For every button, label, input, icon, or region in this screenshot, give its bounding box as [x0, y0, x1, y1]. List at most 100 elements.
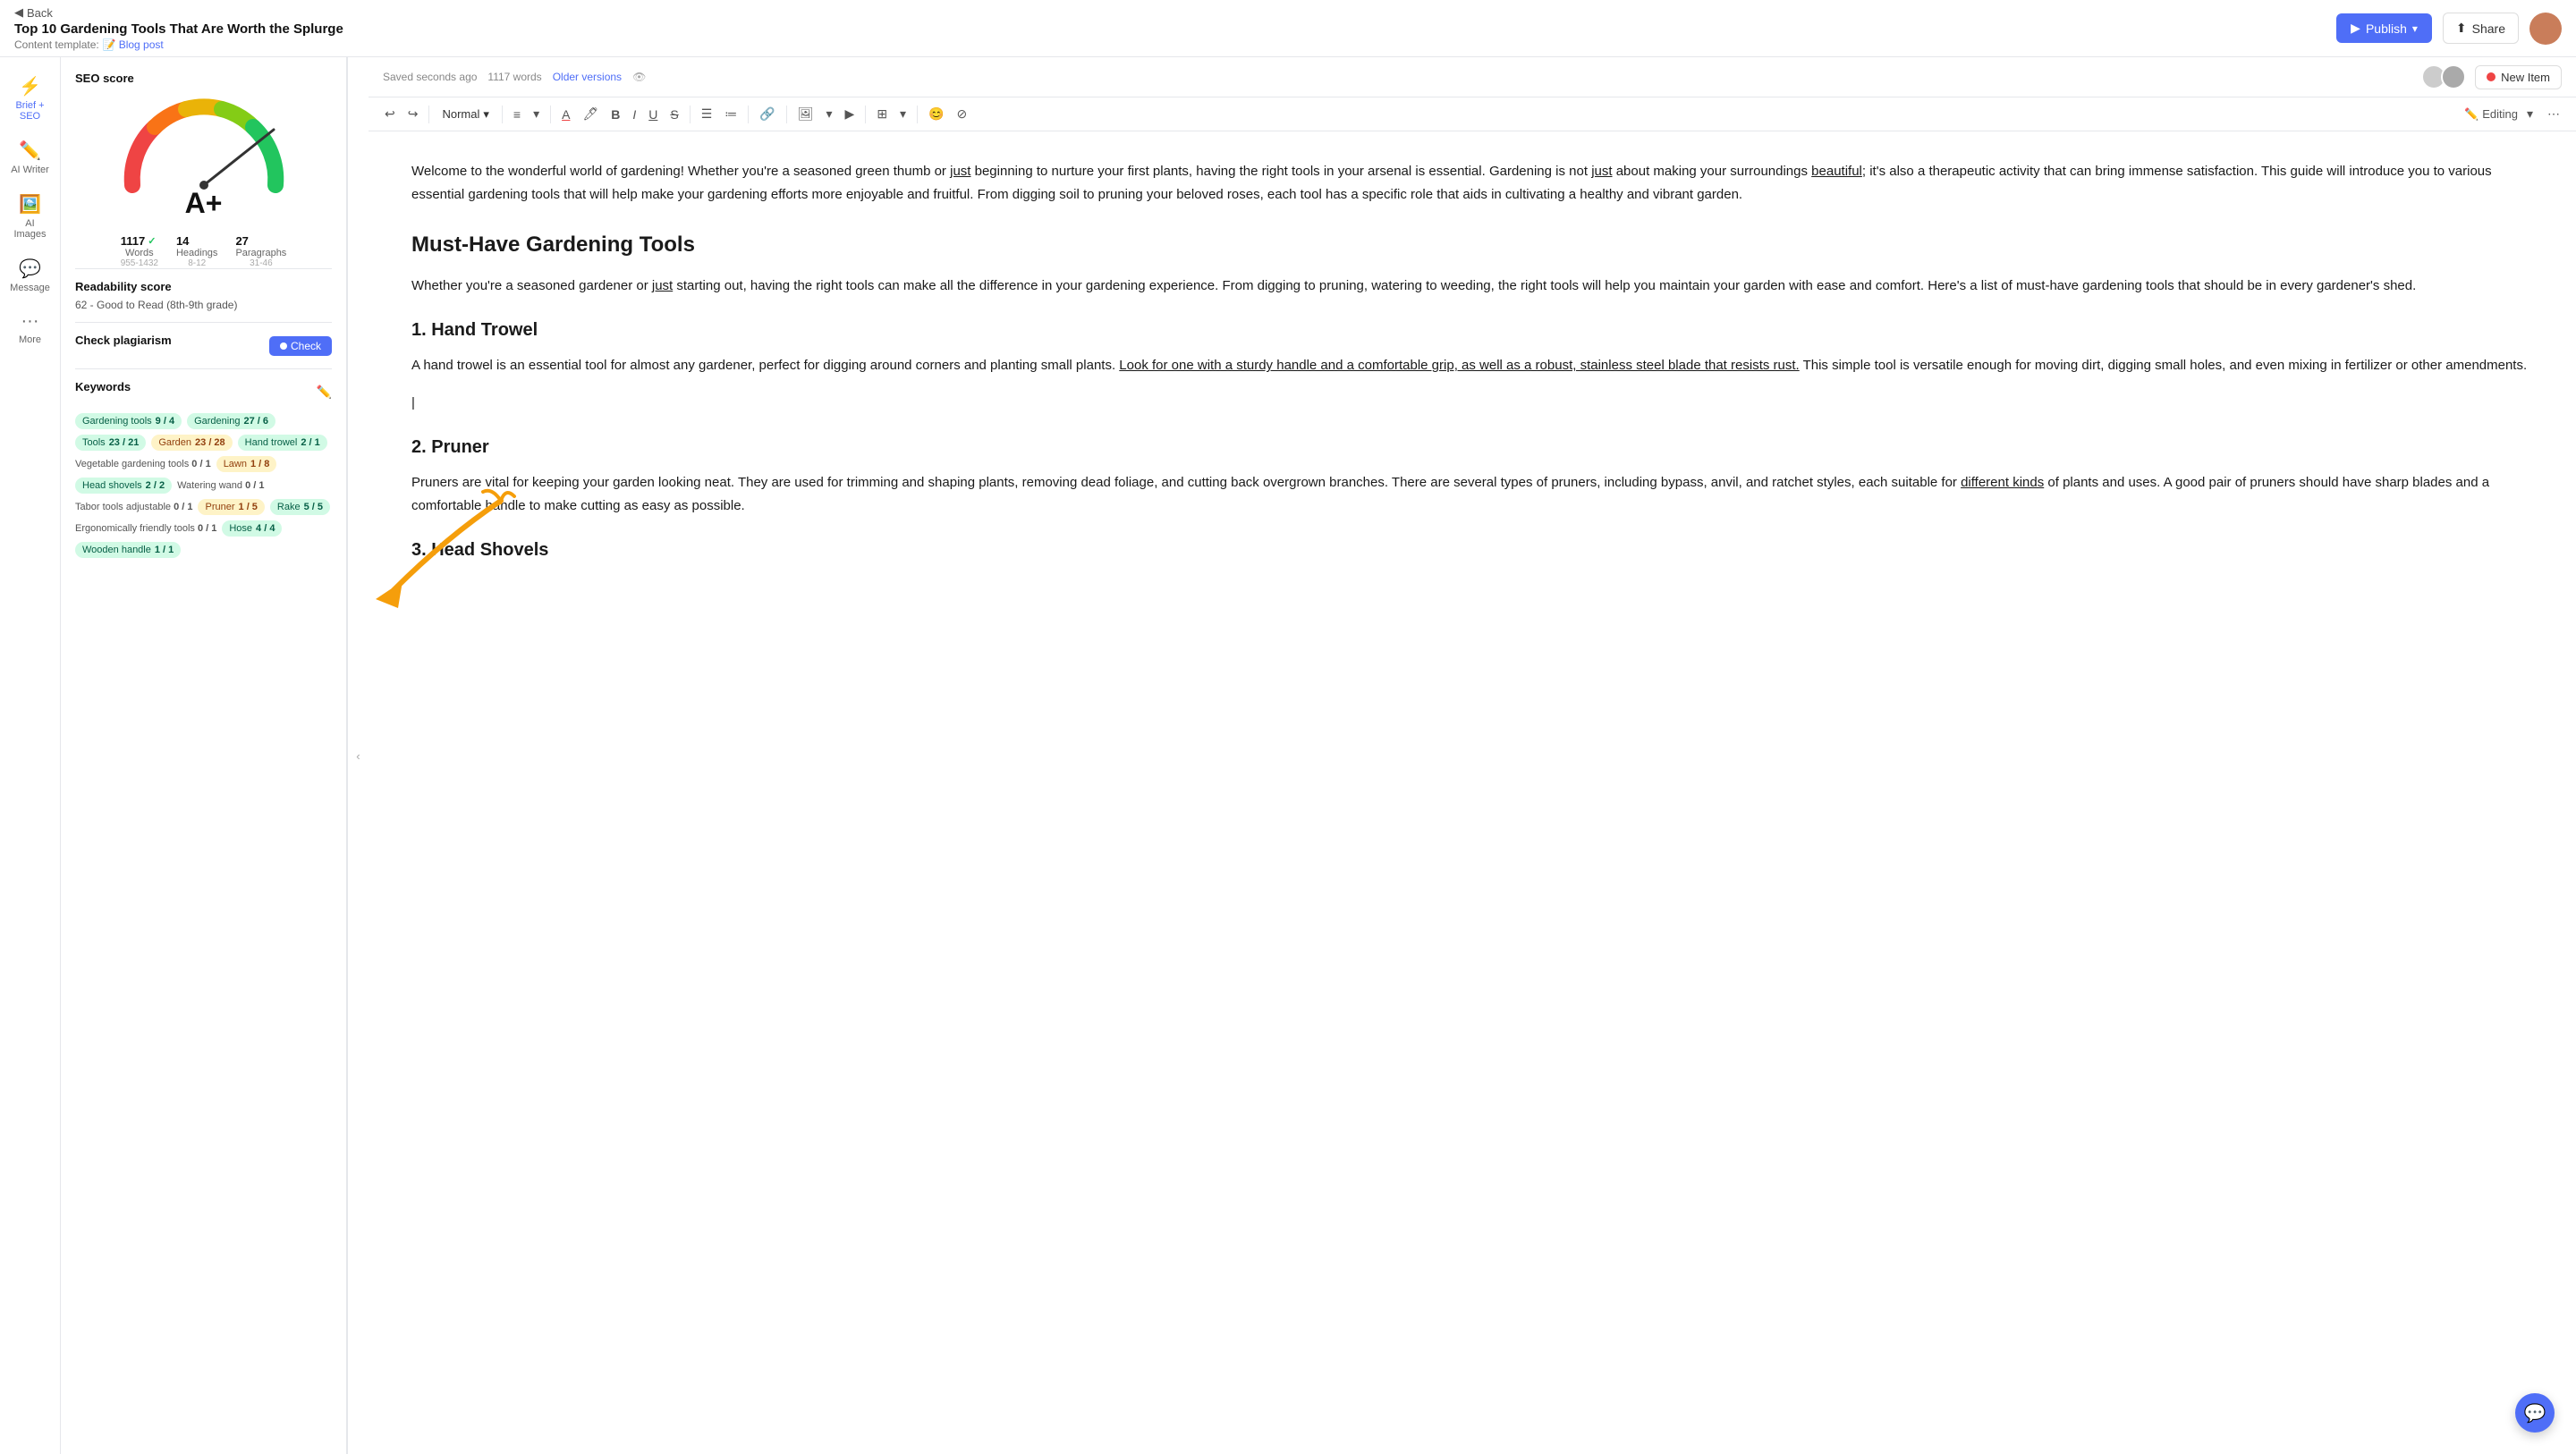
hand-trowel-paragraph: A hand trowel is an essential tool for a…	[411, 354, 2533, 377]
editor-content[interactable]: Welcome to the wonderful world of garden…	[369, 131, 2576, 1454]
keyword-tabor: Tabor tools adjustable 0 / 1	[75, 499, 192, 515]
back-button[interactable]: ◀ Back	[14, 5, 343, 20]
chat-fab-icon: 💬	[2524, 1402, 2546, 1424]
keyword-wooden-handle[interactable]: Wooden handle 1 / 1	[75, 542, 181, 558]
left-sidebar: ⚡ Brief + SEO ✏️ AI Writer 🖼️ AI Images …	[0, 57, 61, 1454]
bullet-list-button[interactable]: ☰	[696, 103, 718, 125]
share-button[interactable]: ⬆ Share	[2443, 13, 2519, 44]
text-color-button[interactable]: A	[556, 104, 575, 125]
keyword-ergonomically: Ergonomically friendly tools 0 / 1	[75, 520, 216, 537]
section-intro-paragraph: Whether you're a seasoned gardener or ju…	[411, 275, 2533, 298]
sidebar-item-ai-writer[interactable]: ✏️ AI Writer	[4, 132, 57, 182]
heading-must-have: Must-Have Gardening Tools	[411, 227, 2533, 264]
sidebar-item-ai-images[interactable]: 🖼️ AI Images	[4, 186, 57, 247]
preview-eye-icon[interactable]: 👁	[632, 71, 646, 83]
page-title: Top 10 Gardening Tools That Are Worth th…	[14, 21, 343, 37]
strikethrough-button[interactable]: S	[665, 104, 683, 125]
sidebar-item-brief-seo[interactable]: ⚡ Brief + SEO	[4, 68, 57, 129]
keyword-rake[interactable]: Rake 5 / 5	[270, 499, 330, 515]
undo-button[interactable]: ↩	[379, 103, 401, 125]
editing-dropdown-button[interactable]: ▾	[2521, 103, 2538, 125]
keyword-hand-trowel[interactable]: Hand trowel 2 / 1	[238, 435, 327, 451]
publish-arrow-icon: ▶	[2351, 21, 2360, 36]
intro-paragraph: Welcome to the wonderful world of garden…	[411, 160, 2533, 206]
plagiarism-section: Check plagiarism Check	[75, 322, 332, 358]
keyword-head-shovels[interactable]: Head shovels 2 / 2	[75, 478, 172, 494]
keyword-gardening-tools[interactable]: Gardening tools 9 / 4	[75, 413, 182, 429]
bold-button[interactable]: B	[606, 104, 625, 125]
image-dropdown-button[interactable]: ▾	[821, 103, 838, 125]
sidebar-item-message-label: Message	[10, 283, 50, 293]
table-dropdown-button[interactable]: ▾	[894, 103, 911, 125]
toolbar-separator-1	[428, 106, 429, 123]
play-button[interactable]: ▶	[840, 103, 860, 125]
gauge-container: A+	[75, 96, 332, 220]
blog-emoji: 📝	[103, 38, 116, 51]
table-button[interactable]: ⊞	[871, 103, 893, 125]
toolbar-separator-4	[690, 106, 691, 123]
toolbar-separator-7	[865, 106, 866, 123]
chat-fab-button[interactable]: 💬	[2515, 1393, 2555, 1433]
plagiarism-title: Check plagiarism	[75, 334, 172, 347]
headings-stat: 14 Headings 8-12	[176, 234, 217, 268]
pencil-icon: ✏️	[2464, 107, 2479, 122]
toolbar-right: ✏️ Editing ▾ ⋯	[2464, 103, 2565, 125]
word-count: 1117 words	[487, 71, 541, 83]
collapse-panel-button[interactable]: ‹	[347, 57, 369, 1454]
more-options-button[interactable]: ⋯	[2542, 103, 2565, 125]
sidebar-item-more[interactable]: ··· More	[4, 304, 57, 352]
user-avatar[interactable]	[2529, 13, 2562, 45]
keyword-pruner[interactable]: Pruner 1 / 5	[198, 499, 264, 515]
keyword-tags: Gardening tools 9 / 4 Gardening 27 / 6 T…	[75, 413, 332, 558]
emoji-button[interactable]: 😊	[923, 103, 949, 125]
image-button[interactable]: 🖼	[792, 103, 819, 125]
sidebar-item-ai-images-label: AI Images	[9, 218, 52, 240]
sidebar-item-brief-seo-label: Brief + SEO	[9, 100, 52, 122]
editing-label: Editing	[2482, 107, 2518, 121]
cursor-line: |	[411, 392, 2533, 415]
check-dot	[280, 342, 287, 350]
header-left: ◀ Back Top 10 Gardening Tools That Are W…	[14, 5, 343, 51]
heading-head-shovels: 3. Head Shovels	[411, 535, 2533, 565]
highlight-button[interactable]: 🖊	[577, 103, 604, 125]
formatting-toolbar: ↩ ↪ Normal ▾ ≡ ▾ A 🖊 B I U S ☰ ≔ 🔗 🖼 ▾	[369, 97, 2576, 131]
keyword-lawn[interactable]: Lawn 1 / 8	[216, 456, 277, 472]
words-range: 955-1432	[121, 258, 158, 268]
keyword-gardening[interactable]: Gardening 27 / 6	[187, 413, 275, 429]
style-selector[interactable]: Normal ▾	[435, 104, 496, 125]
template-link[interactable]: 📝 Blog post	[103, 38, 164, 51]
check-plagiarism-button[interactable]: Check	[269, 336, 332, 356]
publish-label: Publish	[2366, 21, 2407, 36]
user-avatar-2	[2441, 64, 2466, 89]
new-item-button[interactable]: New Item	[2475, 65, 2562, 89]
toolbar-separator-2	[502, 106, 503, 123]
paragraphs-stat: 27 Paragraphs 31-46	[235, 234, 286, 268]
keyword-hose[interactable]: Hose 4 / 4	[222, 520, 282, 537]
align-left-button[interactable]: ≡	[508, 104, 526, 125]
editor-topbar: Saved seconds ago 1117 words Older versi…	[369, 57, 2576, 97]
align-dropdown-button[interactable]: ▾	[528, 103, 545, 125]
headings-label: Headings	[176, 248, 217, 258]
link-button[interactable]: 🔗	[754, 103, 780, 125]
sidebar-item-message[interactable]: 💬 Message	[4, 250, 57, 300]
header-right: ▶ Publish ▾ ⬆ Share	[2336, 13, 2562, 45]
collapse-chevron-icon: ‹	[356, 749, 360, 763]
words-value: 1117 ✓	[121, 234, 158, 248]
italic-button[interactable]: I	[627, 104, 641, 125]
publish-button[interactable]: ▶ Publish ▾	[2336, 13, 2432, 43]
paragraphs-label: Paragraphs	[235, 248, 286, 258]
clear-format-button[interactable]: ⊘	[952, 103, 973, 125]
readability-section: Readability score 62 - Good to Read (8th…	[75, 268, 332, 311]
sidebar-item-more-label: More	[19, 334, 41, 345]
keyword-garden[interactable]: Garden 23 / 28	[151, 435, 232, 451]
saved-status: Saved seconds ago	[383, 71, 477, 83]
redo-button[interactable]: ↪	[402, 103, 424, 125]
user-avatars	[2421, 64, 2466, 89]
keyword-tools[interactable]: Tools 23 / 21	[75, 435, 146, 451]
underline-button[interactable]: U	[643, 104, 663, 125]
older-versions-link[interactable]: Older versions	[553, 71, 622, 83]
check-label: Check	[291, 340, 321, 352]
gauge-grade: A+	[185, 187, 223, 220]
keywords-edit-icon[interactable]: ✏️	[317, 385, 332, 400]
numbered-list-button[interactable]: ≔	[719, 103, 742, 125]
